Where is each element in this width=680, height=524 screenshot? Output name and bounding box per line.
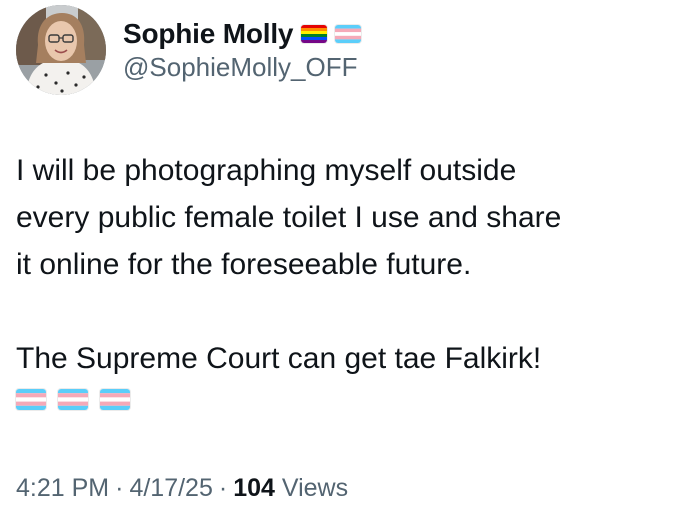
author-name-row[interactable]: Sophie Molly	[123, 14, 362, 54]
author-display-name[interactable]: Sophie Molly	[123, 18, 293, 50]
views-label: Views	[281, 474, 349, 502]
tweet-time[interactable]: 4:21 PM	[16, 474, 109, 502]
transgender-flag-icon	[16, 389, 46, 410]
transgender-flag-icon	[58, 389, 88, 410]
tweet-text-line: I will be photographing myself outside	[16, 154, 517, 187]
transgender-flag-icon	[100, 389, 130, 410]
transgender-flag-icon	[335, 25, 362, 43]
tweet-date[interactable]: 4/17/25	[129, 474, 212, 502]
tweet-emoji-row	[16, 389, 130, 410]
tweet-text-line: every public female toilet I use and sha…	[16, 201, 562, 234]
tweet-card: Sophie Molly @SophieMolly_OFF I will be	[0, 0, 680, 524]
views-count: 104	[233, 474, 275, 502]
author-handle[interactable]: @SophieMolly_OFF	[123, 52, 357, 83]
tweet-meta: 4:21 PM · 4/17/25 · 104 Views	[16, 474, 348, 503]
rainbow-flag-icon	[301, 25, 328, 43]
meta-separator: ·	[115, 474, 124, 502]
avatar[interactable]	[16, 5, 106, 95]
tweet-text: I will be photographing myself outside e…	[16, 147, 666, 382]
tweet-text-line: it online for the foreseeable future.	[16, 248, 472, 281]
tweet-text-line: The Supreme Court can get tae Falkirk!	[16, 342, 542, 375]
meta-separator: ·	[218, 474, 228, 502]
